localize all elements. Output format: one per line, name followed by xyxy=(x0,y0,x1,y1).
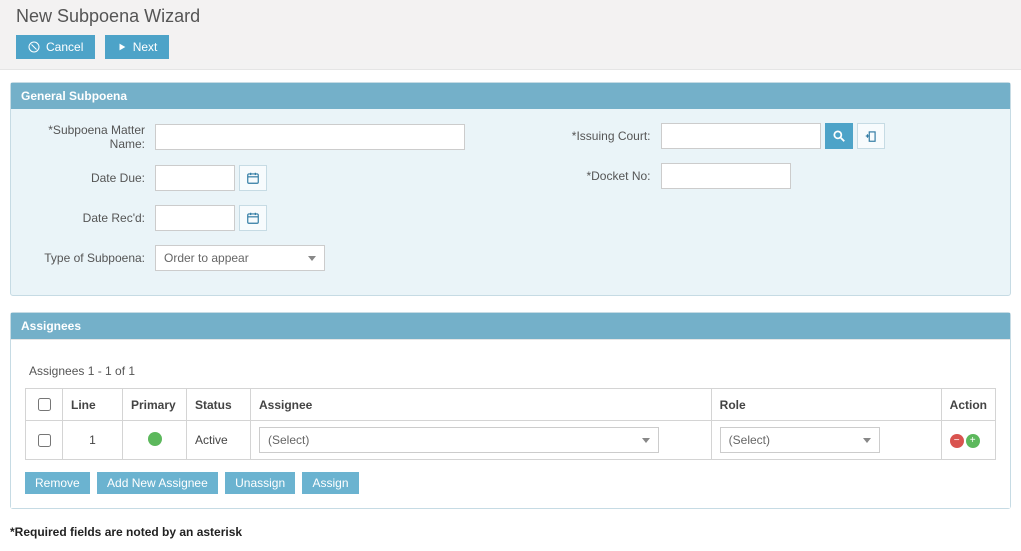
calendar-icon xyxy=(246,211,260,225)
cancel-icon xyxy=(28,41,40,53)
row-status: Active xyxy=(187,421,251,460)
page-title: New Subpoena Wizard xyxy=(16,6,1005,27)
header-bar: New Subpoena Wizard Cancel Next xyxy=(0,0,1021,70)
date-due-picker-button[interactable] xyxy=(239,165,267,191)
cancel-label: Cancel xyxy=(46,40,83,54)
role-select[interactable]: (Select) xyxy=(720,427,880,453)
add-row-icon[interactable]: + xyxy=(966,434,980,448)
next-button[interactable]: Next xyxy=(105,35,170,59)
issuing-court-assoc-button[interactable] xyxy=(857,123,885,149)
col-assignee: Assignee xyxy=(251,389,712,421)
assignee-value: (Select) xyxy=(268,433,309,447)
chevron-down-icon xyxy=(863,438,871,443)
general-panel-header: General Subpoena xyxy=(11,83,1010,109)
table-header-row: Line Primary Status Assignee Role Action xyxy=(26,389,996,421)
docket-no-input[interactable] xyxy=(661,163,791,189)
remove-row-icon[interactable]: − xyxy=(950,434,964,448)
col-line: Line xyxy=(63,389,123,421)
next-label: Next xyxy=(133,40,158,54)
general-panel: General Subpoena *Subpoena Matter Name: … xyxy=(10,82,1011,296)
date-due-label: Date Due: xyxy=(25,171,155,185)
issuing-court-label: *Issuing Court: xyxy=(541,129,661,143)
calendar-icon xyxy=(246,171,260,185)
assignees-panel: Assignees Assignees 1 - 1 of 1 Line Prim… xyxy=(10,312,1011,509)
unassign-button[interactable]: Unassign xyxy=(225,472,295,494)
chevron-down-icon xyxy=(308,256,316,261)
required-footnote: *Required fields are noted by an asteris… xyxy=(10,525,1011,539)
search-icon xyxy=(832,129,846,143)
issuing-court-input[interactable] xyxy=(661,123,821,149)
row-line: 1 xyxy=(63,421,123,460)
col-primary: Primary xyxy=(123,389,187,421)
general-right-col: *Issuing Court: *Docket No: xyxy=(541,123,997,271)
docket-no-label: *Docket No: xyxy=(541,169,661,183)
col-status: Status xyxy=(187,389,251,421)
issuing-court-lookup-button[interactable] xyxy=(825,123,853,149)
building-add-icon xyxy=(864,129,878,143)
assignees-table: Line Primary Status Assignee Role Action… xyxy=(25,388,996,460)
select-all-checkbox[interactable] xyxy=(38,398,51,411)
type-value: Order to appear xyxy=(164,251,249,265)
date-recd-label: Date Rec'd: xyxy=(25,211,155,225)
assignees-count: Assignees 1 - 1 of 1 xyxy=(25,354,996,388)
date-recd-input[interactable] xyxy=(155,205,235,231)
chevron-down-icon xyxy=(642,438,650,443)
type-label: Type of Subpoena: xyxy=(25,251,155,265)
table-row: 1 Active (Select) (Select) xyxy=(26,421,996,460)
assign-button[interactable]: Assign xyxy=(302,472,358,494)
col-role: Role xyxy=(711,389,941,421)
remove-button[interactable]: Remove xyxy=(25,472,90,494)
play-icon xyxy=(117,41,127,53)
assignees-panel-header: Assignees xyxy=(11,313,1010,339)
cancel-button[interactable]: Cancel xyxy=(16,35,95,59)
col-action: Action xyxy=(941,389,995,421)
type-select[interactable]: Order to appear xyxy=(155,245,325,271)
matter-name-input[interactable] xyxy=(155,124,465,150)
assignees-button-row: Remove Add New Assignee Unassign Assign xyxy=(25,472,996,494)
general-left-col: *Subpoena Matter Name: Date Due: Date Re… xyxy=(25,123,481,271)
add-new-assignee-button[interactable]: Add New Assignee xyxy=(97,472,218,494)
row-checkbox[interactable] xyxy=(38,434,51,447)
assignee-select[interactable]: (Select) xyxy=(259,427,659,453)
date-due-input[interactable] xyxy=(155,165,235,191)
role-value: (Select) xyxy=(729,433,770,447)
primary-check-icon xyxy=(148,432,162,446)
matter-name-label: *Subpoena Matter Name: xyxy=(25,123,155,151)
date-recd-picker-button[interactable] xyxy=(239,205,267,231)
